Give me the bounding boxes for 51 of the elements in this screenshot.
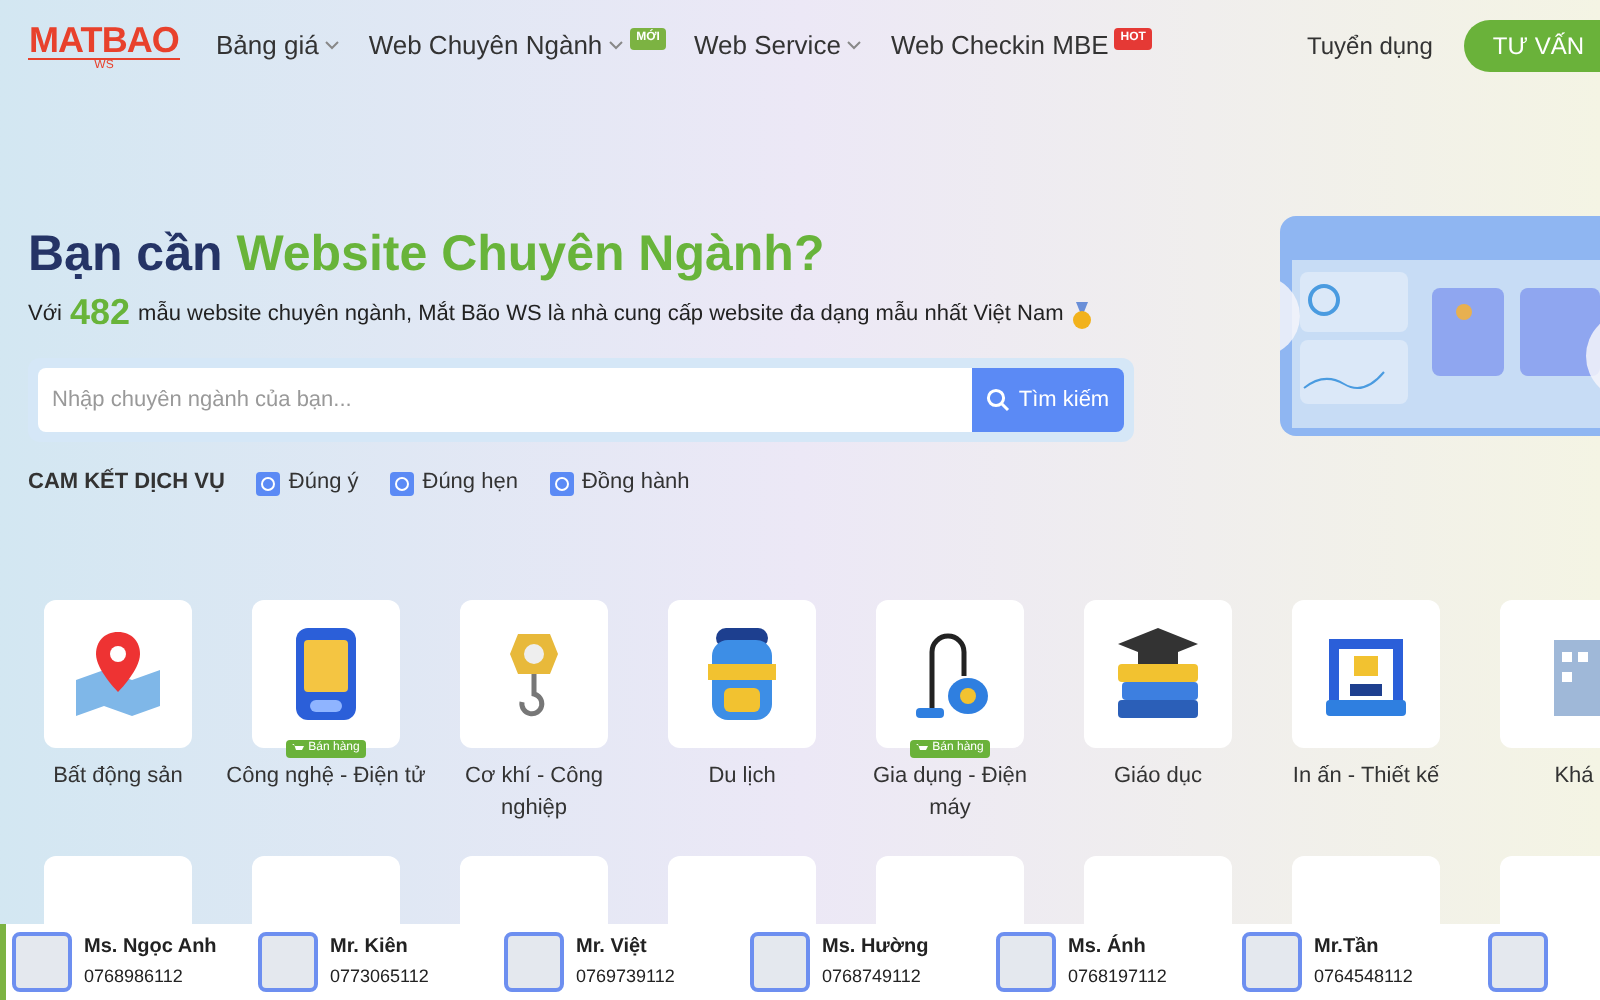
commitment-item: Đồng hành: [581, 468, 690, 499]
contact-phone: 0769739112: [576, 966, 675, 989]
avatar-photo-placeholder: [258, 932, 318, 992]
commitment-icon: [390, 471, 415, 495]
phone-shop-icon: [292, 624, 360, 724]
nav-link[interactable]: Web Service: [693, 26, 841, 66]
category-label[interactable]: Du lịch: [642, 760, 842, 792]
category-label[interactable]: In ấn - Thiết kế: [1266, 760, 1466, 792]
category-card[interactable]: [1084, 600, 1232, 748]
avatar-photo-placeholder: [1242, 932, 1302, 992]
contact-phone: 0773065112: [330, 966, 429, 989]
cart-icon: [916, 744, 929, 754]
contact-name: Mr.Tần: [1314, 935, 1381, 961]
contact-name: Ms. Hường: [822, 935, 929, 961]
template-count: 482: [70, 294, 131, 331]
hero-title: Bạn cần: [28, 226, 225, 282]
nav-link[interactable]: Bảng giá: [216, 26, 319, 66]
contact-phone: 0764548112: [1314, 966, 1413, 989]
search-icon: [986, 388, 1011, 413]
commitment-item: Đúng hẹn: [422, 468, 518, 499]
category-label[interactable]: Bất động sản: [18, 760, 218, 792]
contact-name: Ms. Ngọc Anh: [84, 935, 217, 961]
contact-name: Mr. Kiên: [330, 935, 410, 961]
category-label[interactable]: Công nghệ - Điện tử: [226, 760, 426, 792]
medal-icon: [1071, 302, 1092, 331]
commitment-label: CAM KẾT DỊCH VỤ: [28, 466, 225, 499]
avatar-photo-placeholder: [504, 932, 564, 992]
subtitle-text: Với: [28, 299, 62, 330]
contact-phone: 0768986112: [84, 966, 185, 989]
commitment-icon: [549, 471, 574, 495]
commitment-item: Đúng ý: [288, 468, 359, 499]
nav-link[interactable]: Web Checkin MBE: [890, 26, 1109, 66]
category-card[interactable]: [668, 600, 816, 748]
category-label[interactable]: Giáo dục: [1058, 760, 1258, 792]
commitment-icon: [256, 471, 281, 495]
avatar-photo-placeholder: [750, 932, 810, 992]
contact-name: Ms. Ánh: [1068, 935, 1148, 961]
nav-link[interactable]: Web Chuyên Ngành: [368, 26, 603, 66]
category-label[interactable]: Gia dụng - Điện máy: [850, 760, 1050, 824]
category-label[interactable]: Khá: [1474, 760, 1600, 792]
avatar-photo-placeholder: [996, 932, 1056, 992]
search-field[interactable]: Nhập chuyên ngành của bạn...: [38, 368, 972, 433]
cart-icon: [292, 744, 305, 754]
contact-name: Mr. Việt: [576, 935, 649, 961]
avatar-photo-placeholder: [12, 932, 72, 992]
contact-phone: 0768749112: [822, 966, 923, 989]
recruitment-link[interactable]: Tuyển dụng: [1306, 28, 1433, 64]
hero-title-highlight: Website Chuyên Ngành?: [236, 226, 825, 282]
contact-phone: 0768197112: [1068, 966, 1167, 989]
subtitle-text: mẫu website chuyên ngành, Mắt Bão WS là nhà cung cấp website đa dạng mẫu nhất Việt Nam: [138, 299, 1064, 330]
category-label[interactable]: Cơ khí - Công nghiệp: [434, 760, 634, 824]
